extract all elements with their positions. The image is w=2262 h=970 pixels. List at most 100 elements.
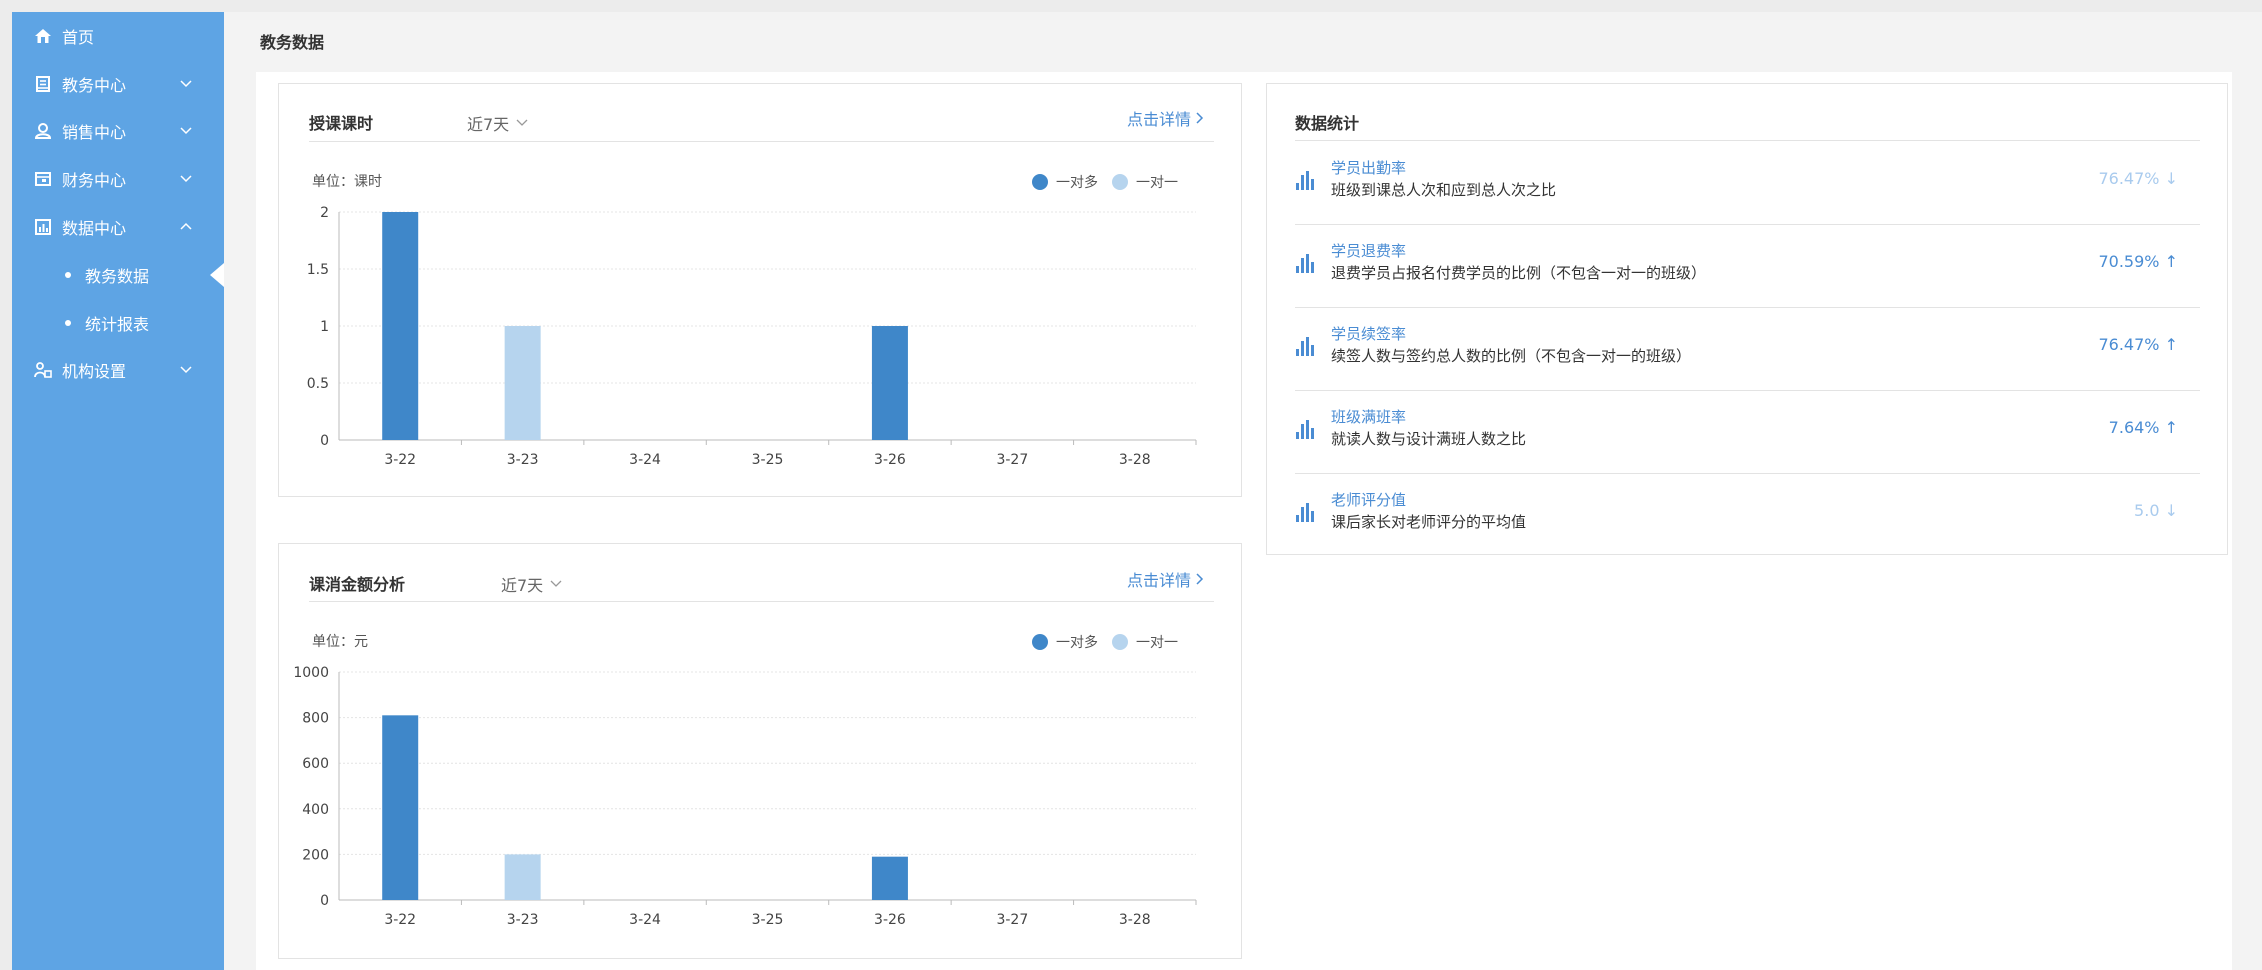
bar-chart-icon [1296, 503, 1314, 522]
y-tick-label: 0.5 [307, 376, 329, 392]
sidebar-subitem-academic-data[interactable]: 教务数据 [12, 255, 224, 295]
page-title: 教务数据 [260, 33, 325, 52]
sidebar-item-org-settings[interactable]: 机构设置 [12, 350, 224, 390]
y-tick-label: 600 [302, 756, 329, 772]
bar-chart-icon [1296, 337, 1314, 356]
header: 教务数据 [224, 12, 2262, 72]
sidebar-item-label: 财务中心 [62, 171, 127, 190]
x-tick-label: 3-23 [507, 912, 539, 928]
chevron-down-icon [180, 127, 192, 135]
y-tick-label: 200 [302, 847, 329, 863]
bar [504, 854, 541, 900]
y-tick-label: 0 [320, 433, 329, 449]
x-tick-label: 3-28 [1119, 452, 1151, 468]
x-tick-label: 3-24 [629, 912, 661, 928]
stat-row: 学员续签率续签人数与签约总人数的比例（不包含一对一的班级） 76.47% ↑ [1295, 307, 2200, 390]
stat-title[interactable]: 学员续签率 [1331, 323, 1406, 344]
x-tick-label: 3-27 [996, 912, 1028, 928]
stat-value-text: 76.47% [2098, 335, 2160, 354]
stat-row: 学员退费率退费学员占报名付费学员的比例（不包含一对一的班级） 70.59% ↑ [1295, 224, 2200, 307]
sidebar-subitem-label: 教务数据 [85, 267, 150, 286]
stat-value-text: 70.59% [2098, 252, 2160, 271]
card-title: 数据统计 [1295, 114, 1360, 133]
arrow-up-icon: ↑ [2159, 252, 2178, 271]
stat-row: 班级满班率就读人数与设计满班人数之比 7.64% ↑ [1295, 390, 2200, 473]
stat-title[interactable]: 学员出勤率 [1331, 157, 1406, 178]
y-tick-label: 800 [302, 711, 329, 727]
stat-description: 班级到课总人次和应到总人次之比 [1331, 181, 1557, 199]
stats-card: 数据统计 学员出勤率班级到课总人次和应到总人次之比 76.47% ↓ 学员退费率退费… [1266, 83, 2228, 555]
bar [871, 856, 908, 900]
arrow-down-icon: ↓ [2159, 169, 2178, 188]
stat-value-text: 76.47% [2098, 169, 2160, 188]
book-icon [34, 75, 52, 93]
stat-description: 就读人数与设计满班人数之比 [1331, 430, 1527, 448]
y-tick-label: 400 [302, 802, 329, 818]
stat-value-text: 7.64% [2108, 418, 2160, 437]
y-tick-label: 1.5 [307, 262, 329, 278]
x-tick-label: 3-28 [1119, 912, 1151, 928]
sidebar-item-academic[interactable]: 教务中心 [12, 64, 224, 104]
stat-row: 老师评分值课后家长对老师评分的平均值 5.0 ↓ [1295, 473, 2200, 556]
stat-value: 76.47% ↑ [2098, 335, 2178, 354]
x-tick-label: 3-25 [752, 452, 784, 468]
stat-title[interactable]: 班级满班率 [1331, 406, 1406, 427]
y-tick-label: 0 [320, 893, 329, 909]
hours-card: 授课课时 近7天 点击详情 单位：课时 一对多 一对一 0 0.5 1 1.5 2 3-2… [278, 83, 1242, 497]
y-tick-label: 1000 [293, 665, 329, 681]
sidebar-item-label: 数据中心 [62, 219, 127, 238]
x-tick-label: 3-25 [752, 912, 784, 928]
stat-description: 退费学员占报名付费学员的比例（不包含一对一的班级） [1331, 264, 1707, 282]
arrow-down-icon: ↓ [2159, 501, 2178, 520]
stat-title[interactable]: 学员退费率 [1331, 240, 1406, 261]
sidebar-item-finance[interactable]: 财务中心 [12, 159, 224, 199]
x-tick-label: 3-22 [384, 452, 416, 468]
chevron-down-icon [180, 175, 192, 183]
x-tick-label: 3-26 [874, 452, 906, 468]
stat-value: 76.47% ↓ [2098, 169, 2178, 188]
stat-description: 课后家长对老师评分的平均值 [1331, 513, 1527, 531]
sidebar-item-label: 教务中心 [62, 76, 127, 95]
bar-chart-icon [1296, 254, 1314, 273]
bar [382, 212, 419, 440]
stat-value: 7.64% ↑ [2109, 418, 2178, 437]
wallet-icon [34, 170, 52, 188]
sidebar: 首页 教务中心 销售中心 财务中心 数据中心 教务数据 统计报表 机构设置 [12, 12, 224, 970]
stat-value: 70.59% ↑ [2098, 252, 2178, 271]
stat-value: 5.0 ↓ [2134, 501, 2178, 520]
amount-chart: 0 200 400 600 800 1000 3-22 3-23 3-24 3-25 3-26 3-2… [293, 665, 1197, 928]
home-icon [34, 27, 52, 45]
bar-chart-icon [1296, 171, 1314, 190]
sidebar-item-label: 销售中心 [62, 123, 127, 142]
bar-chart-icon [1296, 420, 1314, 439]
x-tick-label: 3-24 [629, 452, 661, 468]
arrow-up-icon: ↑ [2159, 335, 2178, 354]
bullet-icon [65, 320, 71, 326]
sidebar-item-home[interactable]: 首页 [12, 16, 224, 56]
sidebar-item-sales[interactable]: 销售中心 [12, 111, 224, 151]
bar [382, 715, 419, 900]
sidebar-subitem-reports[interactable]: 统计报表 [12, 303, 224, 343]
active-pointer [210, 263, 224, 287]
sidebar-item-label: 机构设置 [62, 362, 127, 381]
sidebar-item-data-center[interactable]: 数据中心 [12, 207, 224, 247]
amount-card: 课消金额分析 近7天 点击详情 单位：元 一对多 一对一 0 200 400 600 8… [278, 543, 1242, 959]
bullet-icon [65, 272, 71, 278]
sidebar-subitem-label: 统计报表 [85, 315, 150, 334]
chart-icon [34, 218, 52, 236]
x-tick-label: 3-22 [384, 912, 416, 928]
stat-title[interactable]: 老师评分值 [1331, 489, 1406, 510]
chevron-down-icon [180, 366, 192, 374]
user-icon [34, 122, 52, 140]
bar [871, 326, 908, 440]
hours-chart: 0 0.5 1 1.5 2 3-22 3-23 3-24 3-25 3-26 3-27 3-28 [307, 205, 1197, 468]
y-tick-label: 2 [320, 205, 329, 221]
x-tick-label: 3-27 [996, 452, 1028, 468]
chevron-up-icon [180, 222, 192, 230]
arrow-up-icon: ↑ [2159, 418, 2178, 437]
bar [504, 326, 541, 440]
y-tick-label: 1 [320, 319, 329, 335]
stat-description: 续签人数与签约总人数的比例（不包含一对一的班级） [1331, 347, 1692, 365]
x-tick-label: 3-26 [874, 912, 906, 928]
stat-row: 学员出勤率班级到课总人次和应到总人次之比 76.47% ↓ [1295, 141, 2200, 224]
